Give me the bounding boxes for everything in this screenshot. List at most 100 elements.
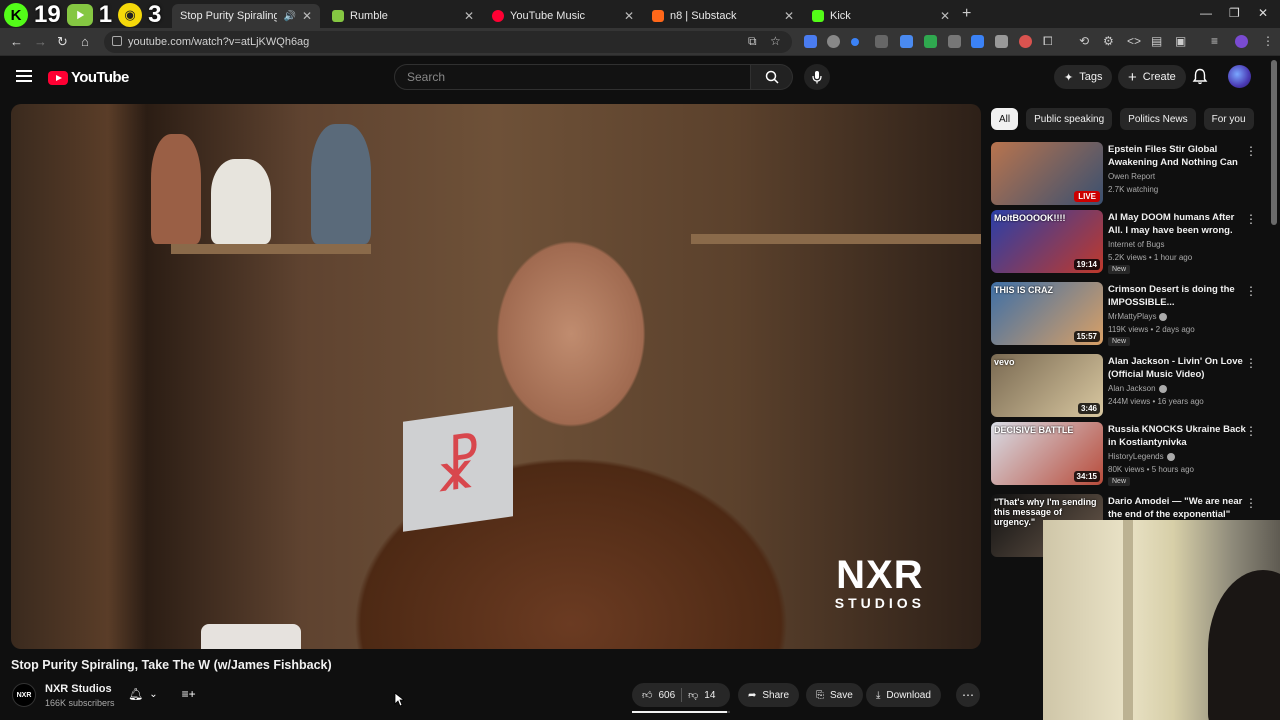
download-button[interactable]: ⤓ Download bbox=[866, 683, 941, 707]
like-count[interactable]: 606 bbox=[658, 690, 675, 701]
recommendation-title[interactable]: Crimson Desert is doing the IMPOSSIBLE..… bbox=[1108, 283, 1246, 309]
more-options-icon[interactable]: ⋮ bbox=[1245, 284, 1257, 298]
close-tab-icon[interactable]: ✕ bbox=[302, 9, 312, 23]
tags-button[interactable]: ✦ Tags bbox=[1054, 65, 1113, 89]
create-button[interactable]: + Create bbox=[1118, 65, 1186, 89]
tab-youtube-music[interactable]: YouTube Music ✕ bbox=[484, 4, 642, 28]
profile-avatar[interactable] bbox=[1235, 35, 1248, 48]
code-icon[interactable]: <> bbox=[1127, 34, 1141, 48]
extension-icon[interactable] bbox=[948, 35, 961, 48]
reading-list-icon[interactable]: ▤ bbox=[1151, 34, 1162, 48]
restore-button[interactable]: ❐ bbox=[1229, 6, 1240, 20]
extension-icon[interactable] bbox=[851, 38, 859, 46]
recommendation-channel[interactable]: Alan Jackson bbox=[1108, 384, 1167, 393]
recommendation-title[interactable]: AI May DOOM humans After All. I may have… bbox=[1108, 211, 1246, 237]
forward-button[interactable]: → bbox=[34, 34, 47, 49]
video-thumbnail[interactable]: THIS IS CRAZ 15:57 bbox=[991, 282, 1103, 345]
video-thumbnail[interactable]: vevo 3:46 bbox=[991, 354, 1103, 417]
downloads-icon[interactable]: ≡ bbox=[1211, 34, 1218, 48]
extension-icon[interactable] bbox=[924, 35, 937, 48]
save-button[interactable]: ⎘ Save bbox=[806, 683, 863, 707]
video-thumbnail[interactable]: LIVE bbox=[991, 142, 1103, 205]
home-button[interactable]: ⌂ bbox=[81, 34, 89, 49]
chip-all[interactable]: All bbox=[991, 108, 1019, 130]
close-tab-icon[interactable]: ✕ bbox=[940, 9, 950, 23]
recommendation-channel[interactable]: Internet of Bugs bbox=[1108, 240, 1164, 249]
tab-youtube-video[interactable]: Stop Purity Spiraling, Take T 🔊 ✕ bbox=[172, 4, 320, 28]
close-tab-icon[interactable]: ✕ bbox=[464, 9, 474, 23]
extension-icon[interactable] bbox=[1019, 35, 1032, 48]
new-tab-button[interactable]: + bbox=[962, 5, 971, 23]
recommendation-title[interactable]: Russia KNOCKS Ukraine Back in Kostiantyn… bbox=[1108, 423, 1246, 449]
tab-kick[interactable]: Kick ✕ bbox=[804, 4, 958, 28]
gear-icon[interactable]: ⚙ bbox=[1103, 34, 1114, 48]
history-icon[interactable]: ⟲ bbox=[1079, 34, 1089, 48]
extension-icon[interactable] bbox=[875, 35, 888, 48]
tab-rumble[interactable]: Rumble ✕ bbox=[324, 4, 482, 28]
browser-menu-icon[interactable]: ⋮ bbox=[1262, 34, 1274, 48]
close-tab-icon[interactable]: ✕ bbox=[624, 9, 634, 23]
minimize-button[interactable]: — bbox=[1200, 6, 1212, 20]
channel-name[interactable]: NXR Studios bbox=[45, 683, 112, 695]
chevron-down-icon[interactable]: ⌄ bbox=[149, 689, 157, 700]
add-to-queue-icon[interactable]: ≡+ bbox=[182, 687, 196, 701]
recommendation-item[interactable]: MoltBOOOOK!!!! 19:14 AI May DOOM humans Af… bbox=[991, 210, 1263, 274]
search-input[interactable]: Search bbox=[394, 64, 751, 90]
thumbs-down-icon[interactable]: 👎︎ bbox=[688, 689, 698, 701]
close-window-button[interactable]: ✕ bbox=[1258, 6, 1268, 20]
more-options-icon[interactable]: ⋮ bbox=[1245, 356, 1257, 370]
channel-avatar[interactable]: NXR bbox=[12, 683, 36, 707]
more-actions-button[interactable]: ⋯ bbox=[956, 683, 980, 707]
tab-title: Stop Purity Spiraling, Take T bbox=[180, 10, 278, 22]
recommendation-title[interactable]: Epstein Files Stir Global Awakening And … bbox=[1108, 143, 1246, 169]
watermark-big: NXR bbox=[836, 553, 924, 597]
bookmark-star-icon[interactable]: ☆ bbox=[770, 34, 781, 48]
notifications-bell-icon[interactable] bbox=[1192, 68, 1208, 85]
hamburger-menu-icon[interactable] bbox=[16, 70, 32, 82]
chip-for-you[interactable]: For you bbox=[1203, 108, 1254, 130]
more-options-icon[interactable]: ⋮ bbox=[1245, 496, 1257, 510]
recommendation-title[interactable]: Alan Jackson - Livin' On Love (Official … bbox=[1108, 355, 1246, 381]
screenshot-icon[interactable]: ▣ bbox=[1175, 34, 1186, 48]
speaker-icon[interactable]: 🔊 bbox=[283, 11, 295, 22]
site-info-icon[interactable] bbox=[112, 36, 122, 46]
install-icon[interactable]: ⧉ bbox=[748, 34, 757, 49]
thumbs-up-icon[interactable]: 👍︎ bbox=[642, 689, 652, 701]
more-options-icon[interactable]: ⋮ bbox=[1245, 144, 1257, 158]
account-avatar[interactable] bbox=[1228, 65, 1251, 88]
recommendation-item[interactable]: THIS IS CRAZ 15:57 Crimson Desert is doing… bbox=[991, 282, 1263, 346]
back-button[interactable]: ← bbox=[10, 34, 23, 49]
reload-button[interactable]: ↻ bbox=[57, 34, 68, 50]
recommendation-item[interactable]: DECISIVE BATTLE 34:15 Russia KNOCKS Ukrain… bbox=[991, 422, 1263, 486]
notification-bell-icon[interactable]: 🔔︎ bbox=[128, 687, 143, 701]
extension-icon[interactable] bbox=[900, 35, 913, 48]
youtube-logo[interactable]: YouTube bbox=[48, 69, 129, 86]
recommendation-title[interactable]: Dario Amodei — "We are near the end of t… bbox=[1108, 495, 1246, 521]
extension-icon[interactable] bbox=[827, 35, 840, 48]
tab-substack[interactable]: n8 | Substack ✕ bbox=[644, 4, 802, 28]
dislike-count[interactable]: 14 bbox=[704, 690, 715, 701]
extensions-puzzle-icon[interactable]: ⧠ bbox=[1043, 34, 1053, 49]
extension-icon[interactable] bbox=[971, 35, 984, 48]
recommendation-channel[interactable]: Owen Report bbox=[1108, 172, 1155, 181]
recommendation-channel[interactable]: MrMattyPlays bbox=[1108, 312, 1168, 321]
close-tab-icon[interactable]: ✕ bbox=[784, 9, 794, 23]
more-options-icon[interactable]: ⋮ bbox=[1245, 424, 1257, 438]
chip-public-speaking[interactable]: Public speaking bbox=[1026, 108, 1113, 130]
video-player[interactable]: ☧ NXR STUDIOS bbox=[11, 104, 981, 649]
recommendation-item[interactable]: vevo 3:46 Alan Jackson - Livin' On Love (O… bbox=[991, 354, 1263, 418]
recommendation-item[interactable]: LIVE Epstein Files Stir Global Awakening … bbox=[991, 142, 1263, 206]
voice-search-button[interactable] bbox=[804, 64, 830, 90]
video-thumbnail[interactable]: MoltBOOOOK!!!! 19:14 bbox=[991, 210, 1103, 273]
search-button[interactable] bbox=[751, 64, 793, 90]
page-scrollbar[interactable] bbox=[1271, 60, 1277, 225]
address-bar[interactable]: youtube.com/watch?v=atLjKWQh6ag bbox=[104, 31, 792, 53]
recommendation-channel[interactable]: HistoryLegends bbox=[1108, 452, 1175, 461]
duration-badge: 3:46 bbox=[1077, 403, 1100, 414]
more-options-icon[interactable]: ⋮ bbox=[1245, 212, 1257, 226]
chip-politics-news[interactable]: Politics News bbox=[1120, 108, 1196, 130]
extension-icon[interactable] bbox=[804, 35, 817, 48]
extension-icon[interactable] bbox=[995, 35, 1008, 48]
share-button[interactable]: ➦ Share bbox=[738, 683, 800, 707]
video-thumbnail[interactable]: DECISIVE BATTLE 34:15 bbox=[991, 422, 1103, 485]
